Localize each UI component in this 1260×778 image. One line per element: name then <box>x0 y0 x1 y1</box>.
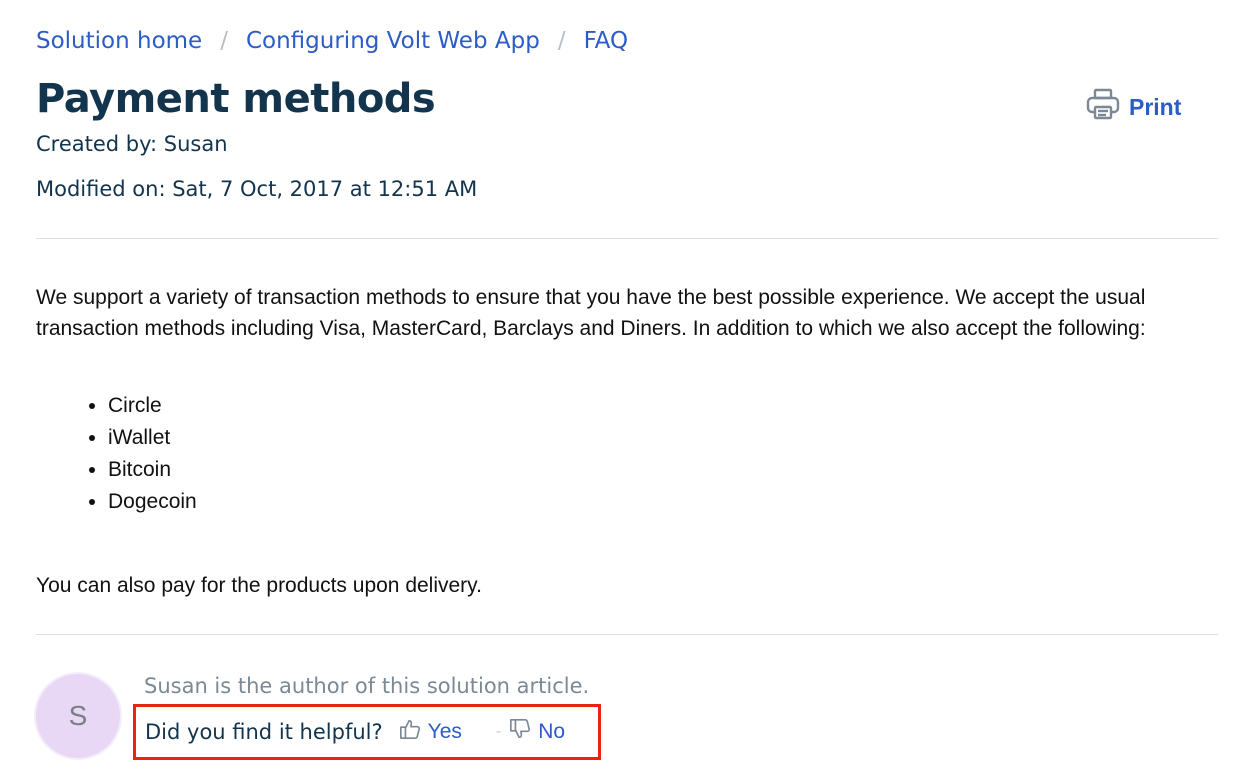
article-intro: We support a variety of transaction meth… <box>36 286 1146 340</box>
article-closing: You can also pay for the products upon d… <box>36 574 482 597</box>
list-item: Dogecoin <box>108 486 197 518</box>
list-item: Circle <box>108 390 197 422</box>
breadcrumb-solution-home[interactable]: Solution home <box>36 28 202 54</box>
payment-methods-list: Circle iWallet Bitcoin Dogecoin <box>36 390 197 518</box>
yes-label: Yes <box>427 720 462 743</box>
print-button[interactable]: Print <box>1086 88 1181 126</box>
divider <box>36 238 1218 239</box>
thumbs-up-icon <box>399 718 428 746</box>
avatar: S <box>34 672 122 760</box>
print-label: Print <box>1129 93 1182 120</box>
breadcrumb-category[interactable]: Configuring Volt Web App <box>246 28 540 54</box>
breadcrumb: Solution home / Configuring Volt Web App… <box>36 28 628 54</box>
feedback-box: Did you find it helpful? Yes - No <box>133 704 601 760</box>
list-item: iWallet <box>108 422 197 454</box>
modified-on: Modified on: Sat, 7 Oct, 2017 at 12:51 A… <box>36 177 478 201</box>
thumbs-down-button[interactable]: No <box>509 718 565 746</box>
page-title: Payment methods <box>36 76 436 122</box>
breadcrumb-separator: / <box>557 28 566 54</box>
breadcrumb-separator: / <box>220 28 228 54</box>
avatar-initial: S <box>68 700 88 731</box>
thumbs-up-button[interactable]: Yes <box>399 718 462 746</box>
author-line: Susan is the author of this solution art… <box>144 674 590 698</box>
feedback-question: Did you find it helpful? <box>145 720 383 744</box>
feedback-separator: - <box>495 723 502 740</box>
no-label: No <box>538 720 566 743</box>
created-by: Created by: Susan <box>36 132 228 156</box>
breadcrumb-folder[interactable]: FAQ <box>584 28 629 54</box>
list-item: Bitcoin <box>108 454 197 486</box>
thumbs-down-icon <box>509 718 538 746</box>
divider <box>36 634 1218 635</box>
printer-icon <box>1086 88 1129 126</box>
